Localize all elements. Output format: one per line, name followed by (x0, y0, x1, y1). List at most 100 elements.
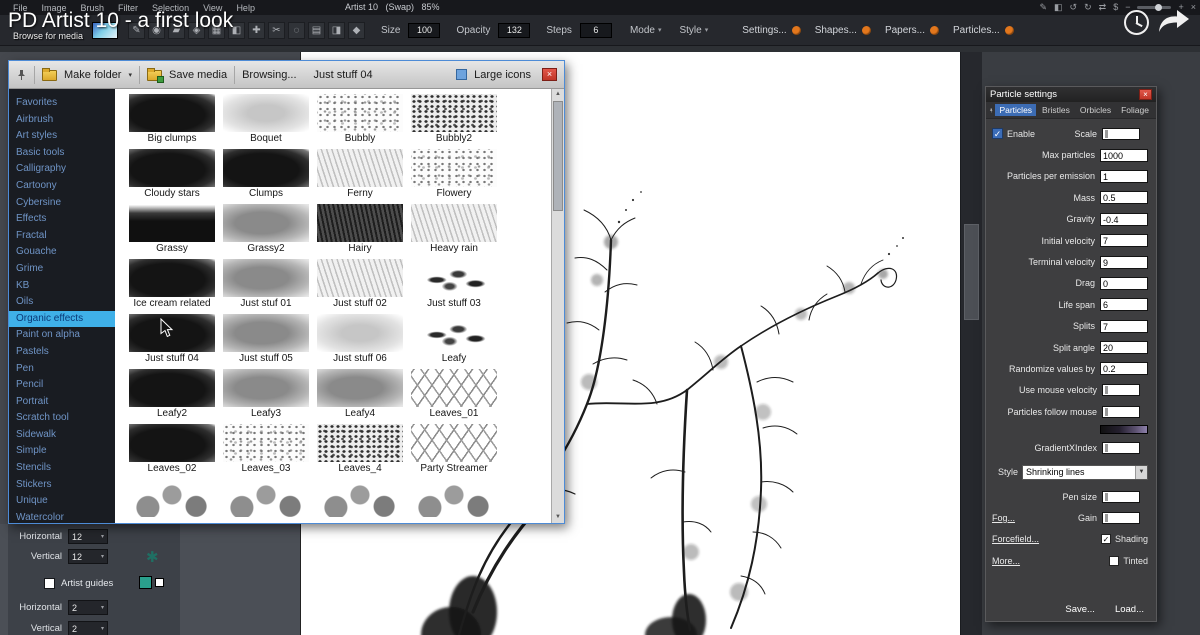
more-link[interactable]: More... (992, 556, 1020, 566)
scale-slider[interactable] (1102, 128, 1140, 140)
media-item[interactable]: Clumps (219, 149, 313, 201)
close-button[interactable]: × (1139, 89, 1152, 100)
category-item[interactable]: Watercolor (9, 510, 115, 523)
media-item[interactable]: Leaves_4 (313, 424, 407, 476)
particle-field-input[interactable]: 6 (1100, 298, 1148, 311)
media-item[interactable]: Just stuf 01 (219, 259, 313, 311)
media-thumbnail[interactable] (411, 479, 497, 517)
tab-particles[interactable]: Particles (995, 104, 1036, 116)
category-item[interactable]: Portrait (9, 394, 115, 411)
pin-icon[interactable] (989, 105, 993, 116)
half-tone-icon[interactable]: ◨ (328, 22, 345, 39)
category-item[interactable]: Stencils (9, 460, 115, 477)
category-item[interactable]: Stickers (9, 477, 115, 494)
media-thumbnail[interactable] (411, 424, 497, 462)
category-item[interactable]: Paint on alpha (9, 327, 115, 344)
media-item[interactable]: Just stuff 05 (219, 314, 313, 366)
save-media-button[interactable]: Save media (169, 69, 227, 81)
category-item[interactable]: Pastels (9, 344, 115, 361)
category-item[interactable]: Pencil (9, 377, 115, 394)
particle-field-input[interactable]: 0.2 (1100, 362, 1148, 375)
media-thumbnail[interactable] (411, 369, 497, 407)
dollar-icon[interactable]: $ (1113, 0, 1118, 15)
undo-icon[interactable]: ↺ (1070, 0, 1078, 15)
menu-help[interactable]: Help (229, 3, 262, 13)
particle-slider[interactable] (1102, 406, 1140, 418)
large-icons-checkbox[interactable] (456, 69, 467, 80)
media-item[interactable] (125, 479, 219, 523)
scissors-icon[interactable]: ✂ (268, 22, 285, 39)
shading-checkbox[interactable]: ✓ (1101, 534, 1111, 544)
load-button[interactable]: Load... (1115, 604, 1144, 615)
media-item[interactable]: Grassy (125, 204, 219, 256)
particle-field-input[interactable]: 0.5 (1100, 191, 1148, 204)
media-thumbnail[interactable] (411, 259, 497, 297)
media-item[interactable]: Just stuff 02 (313, 259, 407, 311)
color-swatch[interactable] (139, 576, 152, 589)
media-item[interactable]: Leaves_03 (219, 424, 313, 476)
media-thumbnail[interactable] (223, 94, 309, 132)
media-thumbnail[interactable] (129, 259, 215, 297)
enable-checkbox[interactable]: ✓ (992, 128, 1003, 139)
media-thumbnail[interactable] (129, 204, 215, 242)
media-thumbnail[interactable] (223, 149, 309, 187)
chevron-down-icon[interactable]: ▾ (128, 71, 132, 79)
category-item[interactable]: Unique (9, 493, 115, 510)
button-shapes[interactable]: Shapes... (815, 25, 857, 36)
category-item[interactable]: Favorites (9, 95, 115, 112)
media-item[interactable]: Heavy rain (407, 204, 501, 256)
media-item[interactable] (407, 479, 501, 523)
media-item[interactable]: Leafy3 (219, 369, 313, 421)
media-thumbnail[interactable] (223, 479, 309, 517)
tab-orbicles[interactable]: Orbicles (1076, 104, 1115, 116)
close-icon[interactable]: × (1191, 0, 1196, 15)
media-item[interactable]: Bubbly (313, 94, 407, 146)
tab-foliage[interactable]: Foliage (1117, 104, 1153, 116)
media-item[interactable] (219, 479, 313, 523)
tab-bristles[interactable]: Bristles (1038, 104, 1074, 116)
media-thumbnail[interactable] (317, 204, 403, 242)
media-thumbnail[interactable] (129, 424, 215, 462)
media-item[interactable]: Big clumps (125, 94, 219, 146)
media-thumbnail[interactable] (317, 314, 403, 352)
media-item[interactable]: Leafy4 (313, 369, 407, 421)
media-item[interactable]: Cloudy stars (125, 149, 219, 201)
category-item[interactable]: Effects (9, 211, 115, 228)
media-thumbnail[interactable] (317, 149, 403, 187)
particle-field-input[interactable]: 1 (1100, 170, 1148, 183)
gain-slider[interactable] (1102, 512, 1140, 524)
particle-field-input[interactable]: -0.4 (1100, 213, 1148, 226)
horizontal2-dropdown[interactable]: 2 ▾ (68, 600, 108, 615)
category-item[interactable]: Airbrush (9, 112, 115, 129)
media-item[interactable]: Leafy (407, 314, 501, 366)
canvas-scrollbar-thumb[interactable] (964, 224, 979, 320)
media-item[interactable]: Just stuff 06 (313, 314, 407, 366)
artist-guides-checkbox[interactable] (44, 578, 55, 589)
opacity-input[interactable]: 132 (498, 23, 530, 38)
media-item[interactable]: Leafy2 (125, 369, 219, 421)
mode-dropdown[interactable]: Mode ▾ (630, 25, 662, 36)
scroll-down-icon[interactable]: ▼ (555, 512, 561, 523)
media-item[interactable]: Grassy2 (219, 204, 313, 256)
category-item[interactable]: Basic tools (9, 145, 115, 162)
media-thumbnail[interactable] (223, 204, 309, 242)
vertical2-dropdown[interactable]: 2 ▾ (68, 621, 108, 635)
particle-field-input[interactable]: 9 (1100, 256, 1148, 269)
media-thumbnail[interactable] (129, 479, 215, 517)
tinted-checkbox[interactable] (1109, 556, 1119, 566)
horizontal-dropdown[interactable]: 12 ▾ (68, 529, 108, 544)
forcefield-link[interactable]: Forcefield... (992, 534, 1039, 544)
vertical-dropdown[interactable]: 12 ▾ (68, 549, 108, 564)
media-thumbnail[interactable] (129, 94, 215, 132)
media-thumbnail[interactable] (317, 259, 403, 297)
particle-settings-titlebar[interactable]: Particle settings × (986, 87, 1156, 102)
category-item[interactable]: Oils (9, 294, 115, 311)
redo-icon[interactable]: ↻ (1084, 0, 1092, 15)
media-thumbnail[interactable] (223, 424, 309, 462)
steps-input[interactable]: 6 (580, 23, 612, 38)
media-thumbnail[interactable] (223, 314, 309, 352)
canvas-scrollbar[interactable] (960, 52, 982, 635)
media-item[interactable]: Bubbly2 (407, 94, 501, 146)
media-thumbnail[interactable] (317, 479, 403, 517)
scroll-up-icon[interactable]: ▲ (555, 89, 561, 100)
